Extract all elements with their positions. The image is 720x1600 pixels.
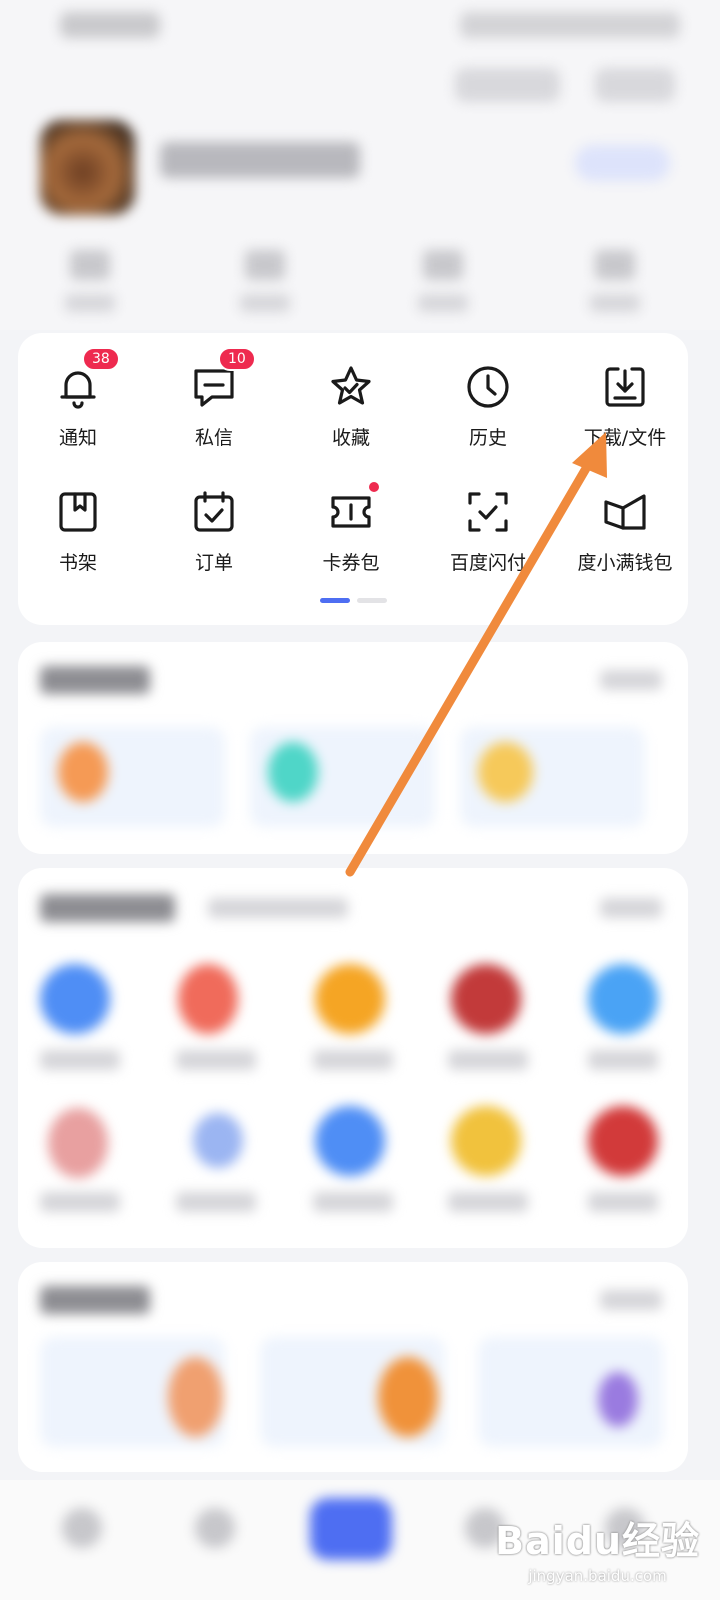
- scan-pay-icon: [464, 488, 512, 536]
- order-icon: [190, 488, 238, 536]
- status-bar-left: [60, 12, 160, 38]
- quick-item-label: 订单: [194, 552, 233, 574]
- stat-item[interactable]: [398, 250, 488, 312]
- settings-button[interactable]: [595, 68, 675, 102]
- quick-item-downloads[interactable]: 下载/文件: [565, 363, 685, 450]
- quick-item-baidu-pay[interactable]: 百度闪付: [428, 488, 548, 575]
- quick-item-label: 历史: [468, 427, 507, 449]
- mini-app-icon[interactable]: [588, 964, 658, 1034]
- star-icon: [327, 363, 375, 411]
- username[interactable]: [160, 142, 360, 178]
- message-count-badge: 10: [218, 347, 256, 371]
- section-title: [40, 666, 150, 694]
- profile-header: [0, 0, 720, 330]
- page-indicator-inactive: [357, 598, 387, 603]
- message-icon: 10: [190, 347, 256, 411]
- notification-count-badge: 38: [82, 347, 120, 371]
- section-title: [40, 1286, 150, 1314]
- quick-item-label: 书架: [58, 552, 97, 574]
- more-link[interactable]: [600, 898, 662, 918]
- promo-center-card: [18, 1262, 688, 1472]
- quick-item-label: 百度闪付: [449, 552, 526, 574]
- quick-item-label: 度小满钱包: [577, 552, 673, 574]
- mini-app-icon[interactable]: [315, 964, 385, 1034]
- ticket-icon: [327, 482, 379, 536]
- quick-item-label: 通知: [58, 427, 97, 449]
- bell-icon: 38: [54, 347, 120, 411]
- mini-app-icon[interactable]: [451, 1106, 521, 1176]
- mini-app-icon[interactable]: [451, 964, 521, 1034]
- watermark-logo: Baidu经验: [495, 1519, 700, 1563]
- featured-services-card: [18, 642, 688, 854]
- new-dot-indicator: [369, 482, 379, 492]
- quick-item-bookshelf[interactable]: 书架: [18, 488, 138, 575]
- status-bar-right: [460, 12, 680, 38]
- quick-item-wallet[interactable]: 度小满钱包: [565, 488, 685, 575]
- page-indicator-active: [320, 598, 350, 603]
- wallet-icon: [601, 488, 649, 536]
- watermark-url: jingyan.baidu.com: [528, 1567, 667, 1585]
- tab-home[interactable]: [62, 1508, 102, 1548]
- tab-center-button[interactable]: [310, 1498, 392, 1560]
- quick-item-label: 卡券包: [322, 552, 380, 574]
- quick-item-history[interactable]: 历史: [428, 363, 548, 450]
- avatar[interactable]: [40, 120, 135, 215]
- stat-item[interactable]: [570, 250, 660, 312]
- baidu-jingyan-watermark: Baidu经验 jingyan.baidu.com: [495, 1510, 700, 1585]
- quick-item-label: 收藏: [331, 427, 370, 449]
- quick-item-messages[interactable]: 10 私信: [154, 347, 274, 450]
- clock-icon: [464, 363, 512, 411]
- download-icon: [601, 363, 649, 411]
- mini-app-icon[interactable]: [40, 964, 110, 1034]
- mini-app-icon[interactable]: [193, 1113, 243, 1168]
- stat-item[interactable]: [45, 250, 135, 312]
- profile-pill-button[interactable]: [575, 145, 670, 181]
- quick-item-favorites[interactable]: 收藏: [291, 363, 411, 450]
- stat-item[interactable]: [220, 250, 310, 312]
- page-indicator: [320, 598, 390, 604]
- mini-programs-card: [18, 868, 688, 1248]
- section-subtitle: [208, 898, 348, 918]
- more-link[interactable]: [600, 670, 662, 690]
- mini-app-icon[interactable]: [315, 1106, 385, 1176]
- quick-actions-card: 38 通知 10 私信 收藏 历史 下载/文件 书架 订单 卡券包 百度闪付 度…: [18, 333, 688, 625]
- quick-item-label: 私信: [194, 427, 233, 449]
- quick-item-label: 下载/文件: [583, 427, 667, 449]
- tab-video[interactable]: [195, 1508, 235, 1548]
- top-action-button[interactable]: [455, 68, 560, 102]
- mini-app-icon[interactable]: [588, 1106, 658, 1176]
- bookshelf-icon: [54, 488, 102, 536]
- mini-app-icon[interactable]: [48, 1108, 108, 1178]
- quick-item-coupons[interactable]: 卡券包: [291, 482, 411, 575]
- more-link[interactable]: [600, 1290, 662, 1310]
- section-title: [40, 894, 175, 922]
- quick-item-orders[interactable]: 订单: [154, 488, 274, 575]
- mini-app-icon[interactable]: [178, 964, 238, 1034]
- quick-item-notifications[interactable]: 38 通知: [18, 347, 138, 450]
